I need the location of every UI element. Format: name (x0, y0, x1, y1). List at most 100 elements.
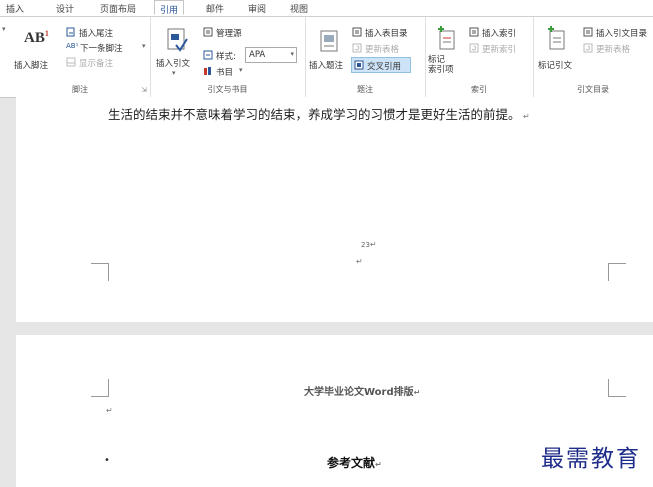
group-index: 标记 索引项 插入索引 更新索引 索引 (425, 17, 534, 97)
list-bullet: • (104, 455, 110, 466)
footnotes-group-label: 脚注 (72, 85, 88, 94)
update-index-label: 更新索引 (482, 45, 517, 55)
page-corner-mark (608, 379, 626, 397)
insert-index-label: 插入索引 (482, 29, 517, 39)
page-corner-mark (91, 263, 109, 281)
page-number-value: 23 (361, 241, 370, 249)
refresh-icon (469, 43, 479, 53)
insert-table-of-figures-button[interactable]: 插入表目录 (352, 27, 424, 39)
insert-index-button[interactable]: 插入索引 (469, 27, 531, 39)
mark-citation-label: 标记引文 (538, 61, 573, 71)
style-label: 样式: (216, 52, 236, 62)
page2-header-text: 大学毕业论文Word排版 (304, 387, 414, 398)
document-page-1[interactable]: 生活的结束并不意味着学习的结束，养成学习的习惯才是更好生活的前提。 ↵ 23↵ … (16, 97, 653, 322)
page-corner-mark (91, 379, 109, 397)
insert-endnote-button[interactable]: 插入尾注 (66, 27, 146, 39)
citations-group-label: 引文与书目 (207, 85, 248, 94)
page1-paragraph: 生活的结束并不意味着学习的结束，养成学习的习惯才是更好生活的前提。 (108, 107, 521, 122)
refresh-icon (583, 43, 593, 53)
tab-mailings[interactable]: 邮件 (206, 2, 224, 15)
next-footnote-label: 下一条脚注 (80, 44, 123, 54)
update-table-label: 更新表格 (365, 45, 400, 55)
cross-reference-icon (354, 60, 364, 70)
show-notes-label: 显示备注 (79, 59, 114, 69)
style-select[interactable]: APA ▾ (245, 47, 297, 63)
paragraph-mark-icon: ↵ (356, 257, 363, 266)
bibliography-icon (204, 67, 211, 75)
table-of-figures-icon (352, 27, 362, 37)
next-footnote-button[interactable]: AB¹ 下一条脚注 ▾ (66, 42, 150, 54)
index-group-label: 索引 (471, 85, 487, 94)
insert-caption-label: 插入题注 (309, 61, 344, 71)
cross-reference-label: 交叉引用 (367, 62, 402, 72)
insert-caption-icon (320, 30, 338, 52)
insert-table-of-authorities-label: 插入引文目录 (596, 29, 648, 39)
paragraph-mark-icon: ↵ (520, 112, 530, 121)
endnote-icon (66, 27, 75, 37)
manage-sources-icon (203, 27, 213, 37)
insert-caption-button[interactable]: 插入题注 (307, 21, 351, 81)
tab-view[interactable]: 视图 (290, 2, 308, 15)
authorities-group-label: 引文目录 (577, 85, 609, 94)
tab-review[interactable]: 审阅 (248, 2, 266, 15)
table-of-authorities-icon (583, 27, 593, 37)
show-notes-icon (66, 57, 76, 67)
group-authorities: 标记引文 插入引文目录 更新表格 引文目录 (533, 17, 653, 97)
group-citations: 插入引文 ▾ 管理源 样式: APA ▾ 书目 ▾ 引文与书目 (150, 17, 306, 97)
references-heading: 参考文献↵ (327, 454, 382, 471)
show-notes-button[interactable]: 显示备注 (66, 57, 146, 69)
update-authorities-table-label: 更新表格 (596, 45, 631, 55)
references-heading-text: 参考文献 (327, 456, 376, 470)
update-authorities-table-button[interactable]: 更新表格 (583, 43, 653, 55)
tab-layout[interactable]: 页面布局 (100, 2, 136, 15)
insert-citation-icon (167, 28, 188, 52)
insert-table-of-figures-label: 插入表目录 (365, 29, 408, 39)
style-select-value: APA (249, 50, 266, 60)
cross-reference-button[interactable]: 交叉引用 (351, 57, 411, 73)
watermark-logo: 最需教育 (541, 446, 641, 472)
insert-citation-label: 插入引文 (156, 59, 191, 69)
group-footnotes: AB1 插入脚注 插入尾注 AB¹ 下一条脚注 ▾ 显示备注 脚注 ⇲ (10, 17, 151, 97)
mark-citation-button[interactable]: 标记引文 (536, 21, 578, 81)
mark-entry-label: 标记 索引项 (428, 55, 454, 75)
bibliography-button[interactable]: 书目 ▾ (203, 66, 263, 78)
page1-body-text: 生活的结束并不意味着学习的结束，养成学习的习惯才是更好生活的前提。 ↵ (108, 104, 530, 123)
insert-citation-button[interactable]: 插入引文 ▾ (154, 21, 200, 81)
chevron-down-icon: ▾ (172, 69, 176, 77)
page2-header: 大学毕业论文Word排版↵ (304, 383, 420, 398)
ribbon: ▾ AB1 插入脚注 插入尾注 AB¹ 下一条脚注 ▾ 显示备注 脚注 ⇲ 插入… (0, 16, 653, 98)
insert-endnote-label: 插入尾注 (79, 29, 114, 39)
chevron-down-icon: ▾ (142, 42, 146, 50)
paragraph-mark-icon: ↵ (375, 460, 382, 469)
insert-footnote-button[interactable]: AB1 插入脚注 (14, 21, 56, 73)
bibliography-label: 书目 (216, 68, 234, 78)
page-number: 23↵ (361, 240, 377, 249)
ribbon-collapse-marker: ▾ (2, 25, 6, 33)
paragraph-mark-icon: ↵ (106, 406, 113, 415)
update-table-button[interactable]: 更新表格 (352, 43, 424, 55)
chevron-down-icon: ▾ (290, 50, 294, 58)
mark-entry-button[interactable]: 标记 索引项 (428, 21, 464, 83)
mark-entry-icon (438, 26, 455, 50)
manage-sources-button[interactable]: 管理源 (203, 27, 273, 39)
page-corner-mark (608, 263, 626, 281)
ribbon-tab-bar: 插入 设计 页面布局 引用 邮件 审阅 视图 (0, 0, 653, 16)
paragraph-mark-icon: ↵ (369, 240, 377, 249)
tab-references[interactable]: 引用 (154, 0, 185, 16)
update-index-button[interactable]: 更新索引 (469, 43, 531, 55)
group-captions: 插入题注 插入表目录 更新表格 交叉引用 题注 (305, 17, 426, 97)
style-icon (203, 50, 213, 60)
paragraph-mark-icon: ↵ (413, 388, 421, 397)
footnotes-dialog-launcher-icon[interactable]: ⇲ (141, 86, 147, 94)
tab-insert[interactable]: 插入 (6, 2, 24, 15)
captions-group-label: 题注 (357, 85, 373, 94)
insert-footnote-label: 插入脚注 (14, 61, 49, 71)
mark-citation-icon (548, 26, 565, 50)
tab-design[interactable]: 设计 (56, 2, 74, 15)
next-footnote-icon: AB¹ (66, 42, 79, 50)
insert-index-icon (469, 27, 479, 37)
chevron-down-icon: ▾ (239, 66, 243, 74)
manage-sources-label: 管理源 (216, 29, 242, 39)
footnote-ab-icon: AB1 (24, 29, 49, 46)
insert-table-of-authorities-button[interactable]: 插入引文目录 (583, 27, 653, 39)
